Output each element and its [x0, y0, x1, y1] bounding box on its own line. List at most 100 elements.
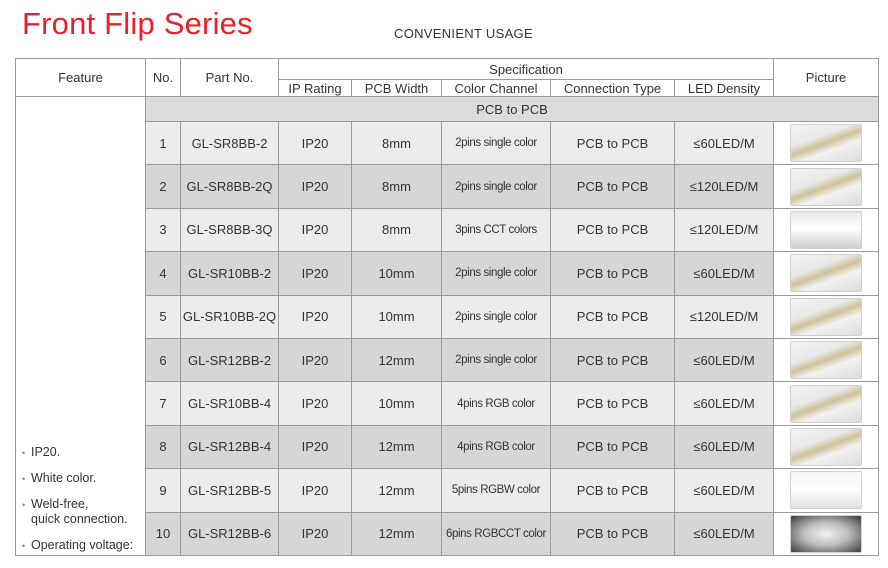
connection-type: PCB to PCB [550, 120, 675, 166]
header-part-no: Part No. [180, 58, 279, 97]
part-number: GL-SR12BB-2 [180, 337, 279, 383]
ip-rating: IP20 [278, 511, 352, 556]
feature-item: Operating voltage: [22, 538, 145, 554]
led-density: ≤60LED/M [673, 337, 775, 383]
led-density: ≤60LED/M [673, 424, 775, 470]
color-channel: 6pins RGBCCT color [441, 511, 551, 556]
connection-type: PCB to PCB [550, 381, 675, 426]
connection-type: PCB to PCB [550, 337, 675, 383]
header-led-density: LED Density [673, 79, 775, 97]
color-channel: 2pins single color [441, 120, 551, 166]
color-channel: 2pins single color [441, 337, 551, 383]
led-strip-connector-photo [790, 297, 863, 336]
feature-item: Weld-free, quick connection. [22, 497, 145, 527]
color-channel: 3pins CCT colors [441, 207, 551, 253]
led-density: ≤60LED/M [673, 381, 775, 426]
connection-type: PCB to PCB [550, 468, 675, 513]
table-row: 1 GL-SR8BB-2 IP20 8mm 2pins single color PCB … [16, 120, 880, 166]
feature-item: White color. [22, 471, 145, 487]
color-channel: 2pins single color [441, 294, 551, 339]
ip-rating: IP20 [278, 337, 352, 383]
picture-cell [773, 381, 880, 426]
row-number: 7 [145, 381, 181, 426]
ip-rating: IP20 [278, 468, 352, 513]
pcb-width: 12mm [351, 511, 442, 556]
led-strip-connector-photo [790, 341, 863, 380]
part-number: GL-SR12BB-4 [180, 424, 279, 470]
pcb-width: 8mm [351, 120, 442, 166]
ip-rating: IP20 [278, 424, 352, 470]
led-density: ≤60LED/M [673, 511, 775, 556]
header-feature: Feature [15, 58, 146, 97]
table-row: 6 GL-SR12BB-2 IP20 12mm 2pins single color PC… [16, 337, 880, 383]
connector-dark-photo [790, 514, 863, 553]
part-number: GL-SR12BB-6 [180, 511, 279, 556]
led-density: ≤60LED/M [673, 251, 775, 296]
band-pcb-to-pcb: PCB to PCB [144, 96, 880, 122]
picture-cell [773, 511, 880, 556]
header-connection-type: Connection Type [550, 79, 675, 97]
row-number: 1 [145, 120, 181, 166]
table-row: 2 GL-SR8BB-2Q IP20 8mm 2pins single color PCB… [16, 164, 880, 209]
spec-table: Feature No. Part No. Specification Pictu… [15, 58, 880, 556]
connection-type: PCB to PCB [550, 511, 675, 556]
header-no: No. [145, 58, 181, 97]
color-channel: 4pins RGB color [441, 424, 551, 470]
led-strip-connector-photo [790, 254, 863, 293]
header-color-channel: Color Channel [441, 79, 551, 97]
color-channel: 5pins RGBW color [441, 468, 551, 513]
ip-rating: IP20 [278, 294, 352, 339]
part-number: GL-SR8BB-3Q [180, 207, 279, 253]
pcb-width: 12mm [351, 337, 442, 383]
connection-type: PCB to PCB [550, 207, 675, 253]
row-number: 5 [145, 294, 181, 339]
pcb-width: 12mm [351, 424, 442, 470]
picture-cell [773, 337, 880, 383]
row-number: 6 [145, 337, 181, 383]
row-number: 9 [145, 468, 181, 513]
picture-cell [773, 207, 880, 253]
connector-block-photo [790, 471, 863, 510]
table-row: 7 GL-SR10BB-4 IP20 10mm 4pins RGB color PCB t… [16, 381, 880, 426]
connector-closeup-photo [790, 210, 863, 249]
ip-rating: IP20 [278, 164, 352, 209]
header-ip-rating: IP Rating [278, 79, 352, 97]
picture-cell [773, 164, 880, 209]
part-number: GL-SR12BB-5 [180, 468, 279, 513]
page-title: Front Flip Series [22, 6, 253, 41]
ip-rating: IP20 [278, 120, 352, 166]
pcb-width: 10mm [351, 251, 442, 296]
part-number: GL-SR8BB-2Q [180, 164, 279, 209]
header-pcb-width: PCB Width [351, 79, 442, 97]
ip-rating: IP20 [278, 251, 352, 296]
part-number: GL-SR10BB-4 [180, 381, 279, 426]
header-picture: Picture [773, 58, 880, 97]
led-density: ≤120LED/M [673, 294, 775, 339]
ip-rating: IP20 [278, 381, 352, 426]
feature-list: IP20. White color. Weld-free, quick connec… [22, 445, 145, 554]
table-row: 3 GL-SR8BB-3Q IP20 8mm 3pins CCT colors PCB t… [16, 207, 880, 253]
pcb-width: 12mm [351, 468, 442, 513]
led-density: ≤120LED/M [673, 164, 775, 209]
picture-cell [773, 251, 880, 296]
row-number: 2 [145, 164, 181, 209]
connection-type: PCB to PCB [550, 164, 675, 209]
header-specification: Specification [277, 58, 775, 80]
led-density: ≤120LED/M [673, 207, 775, 253]
pcb-width: 10mm [351, 294, 442, 339]
color-channel: 2pins single color [441, 251, 551, 296]
pcb-width: 8mm [351, 164, 442, 209]
connection-type: PCB to PCB [550, 424, 675, 470]
picture-cell [773, 120, 880, 166]
led-density: ≤60LED/M [673, 120, 775, 166]
pcb-width: 8mm [351, 207, 442, 253]
row-number: 3 [145, 207, 181, 253]
picture-cell [773, 468, 880, 513]
connection-type: PCB to PCB [550, 251, 675, 296]
led-strip-connector-photo [790, 427, 863, 466]
table-row: 4 GL-SR10BB-2 IP20 10mm 2pins single color PC… [16, 251, 880, 296]
picture-cell [773, 424, 880, 470]
feature-cell: IP20. White color. Weld-free, quick connec… [15, 96, 146, 556]
row-number: 8 [145, 424, 181, 470]
color-channel: 4pins RGB color [441, 381, 551, 426]
